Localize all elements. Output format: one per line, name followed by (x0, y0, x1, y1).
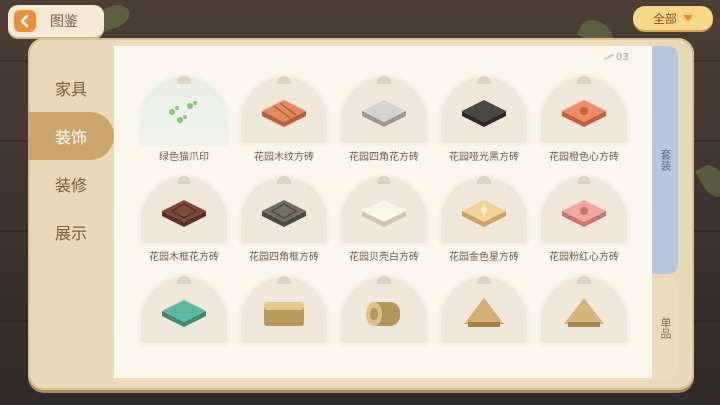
page-title: 图鉴 (50, 14, 78, 30)
hay-roll-icon (360, 298, 408, 328)
arch-ornament-icon (377, 176, 391, 184)
view-mode-tabs: 套装 单品 (652, 46, 682, 378)
category-tab-label: 展示 (54, 224, 87, 243)
arch-ornament-icon (477, 176, 491, 184)
straw-tent-icon (560, 298, 608, 328)
wood-tile-icon (260, 98, 308, 128)
item-card[interactable]: 花园木框花方砖 (138, 174, 230, 264)
straw-hut-icon (460, 298, 508, 328)
item-card[interactable] (138, 274, 230, 364)
item-label: 花园木框花方砖 (149, 252, 219, 263)
arch-ornament-icon (177, 276, 191, 284)
item-card[interactable] (538, 274, 630, 364)
item-card[interactable] (238, 274, 330, 364)
dark-frame-tile-icon (260, 198, 308, 228)
item-label: 花园粉红心方砖 (549, 252, 619, 263)
item-card[interactable]: 花园哑光黑方砖 (438, 74, 530, 164)
leaf-decoration (694, 160, 720, 202)
item-card[interactable] (438, 274, 530, 364)
item-label: 花园四角框方砖 (249, 252, 319, 263)
catalog-panel: 家具装饰装修展示 03 绿色猫爪印 花园木纹方砖 花园四角花方砖 花园哑光黑方砖 花园橙… (28, 38, 694, 390)
paw-print-icon (160, 98, 208, 128)
wood-frame-tile-icon (160, 198, 208, 228)
tab-set[interactable]: 套装 (652, 46, 678, 274)
item-card[interactable]: 花园贝壳白方砖 (338, 174, 430, 264)
black-tile-icon (460, 98, 508, 128)
arch-ornament-icon (477, 76, 491, 84)
teal-tile-icon (160, 298, 208, 328)
item-card[interactable]: 花园金色星方砖 (438, 174, 530, 264)
category-tab[interactable]: 装饰 (28, 112, 114, 160)
filter-dropdown[interactable]: 全部 (633, 6, 713, 30)
filter-label: 全部 (652, 11, 677, 26)
item-label: 花园哑光黑方砖 (449, 152, 519, 163)
item-label: 花园四角花方砖 (349, 152, 419, 163)
back-button[interactable]: 图鉴 (8, 5, 104, 37)
category-tabs: 家具 装饰 装修 展示 (28, 64, 114, 256)
arch-ornament-icon (477, 276, 491, 284)
arch-ornament-icon (277, 176, 291, 184)
arch-ornament-icon (577, 176, 591, 184)
item-grid: 03 绿色猫爪印 花园木纹方砖 花园四角花方砖 花园哑光黑方砖 花园橙色心方砖花园木框花… (114, 46, 652, 378)
arch-ornament-icon (577, 76, 591, 84)
chevron-down-icon (683, 15, 693, 21)
tab-single[interactable]: 单品 (652, 278, 678, 378)
arch-ornament-icon (377, 276, 391, 284)
category-tab[interactable]: 家具 (28, 64, 114, 112)
item-label: 花园木纹方砖 (254, 152, 314, 163)
orange-heart-tile-icon (560, 98, 608, 128)
item-card[interactable]: 花园四角花方砖 (338, 74, 430, 164)
back-arrow-icon (14, 10, 36, 32)
shell-white-tile-icon (360, 198, 408, 228)
page-indicator: 03 (616, 52, 629, 63)
category-tab[interactable]: 装修 (28, 160, 114, 208)
arch-ornament-icon (177, 76, 191, 84)
page-mark-icon (604, 53, 614, 61)
arch-ornament-icon (277, 276, 291, 284)
arch-ornament-icon (377, 76, 391, 84)
category-tab-label: 装修 (54, 176, 87, 195)
hay-bale-icon (260, 298, 308, 328)
arch-ornament-icon (577, 276, 591, 284)
pink-heart-tile-icon (560, 198, 608, 228)
arch-ornament-icon (277, 76, 291, 84)
item-label: 花园贝壳白方砖 (349, 252, 419, 263)
item-card[interactable] (338, 274, 430, 364)
gray-flower-tile-icon (360, 98, 408, 128)
category-tab-label: 家具 (54, 80, 87, 99)
item-label: 花园金色星方砖 (449, 252, 519, 263)
item-card[interactable]: 花园木纹方砖 (238, 74, 330, 164)
arch-ornament-icon (177, 176, 191, 184)
item-label: 绿色猫爪印 (159, 152, 209, 163)
item-card[interactable]: 花园粉红心方砖 (538, 174, 630, 264)
tab-single-label: 单品 (659, 317, 672, 339)
item-card[interactable]: 花园四角框方砖 (238, 174, 330, 264)
category-tab[interactable]: 展示 (28, 208, 114, 256)
category-tab-label: 装饰 (54, 128, 87, 147)
tab-set-label: 套装 (659, 149, 672, 171)
item-card[interactable]: 绿色猫爪印 (138, 74, 230, 164)
item-label: 花园橙色心方砖 (549, 152, 619, 163)
item-card[interactable]: 花园橙色心方砖 (538, 74, 630, 164)
gold-star-tile-icon (460, 198, 508, 228)
